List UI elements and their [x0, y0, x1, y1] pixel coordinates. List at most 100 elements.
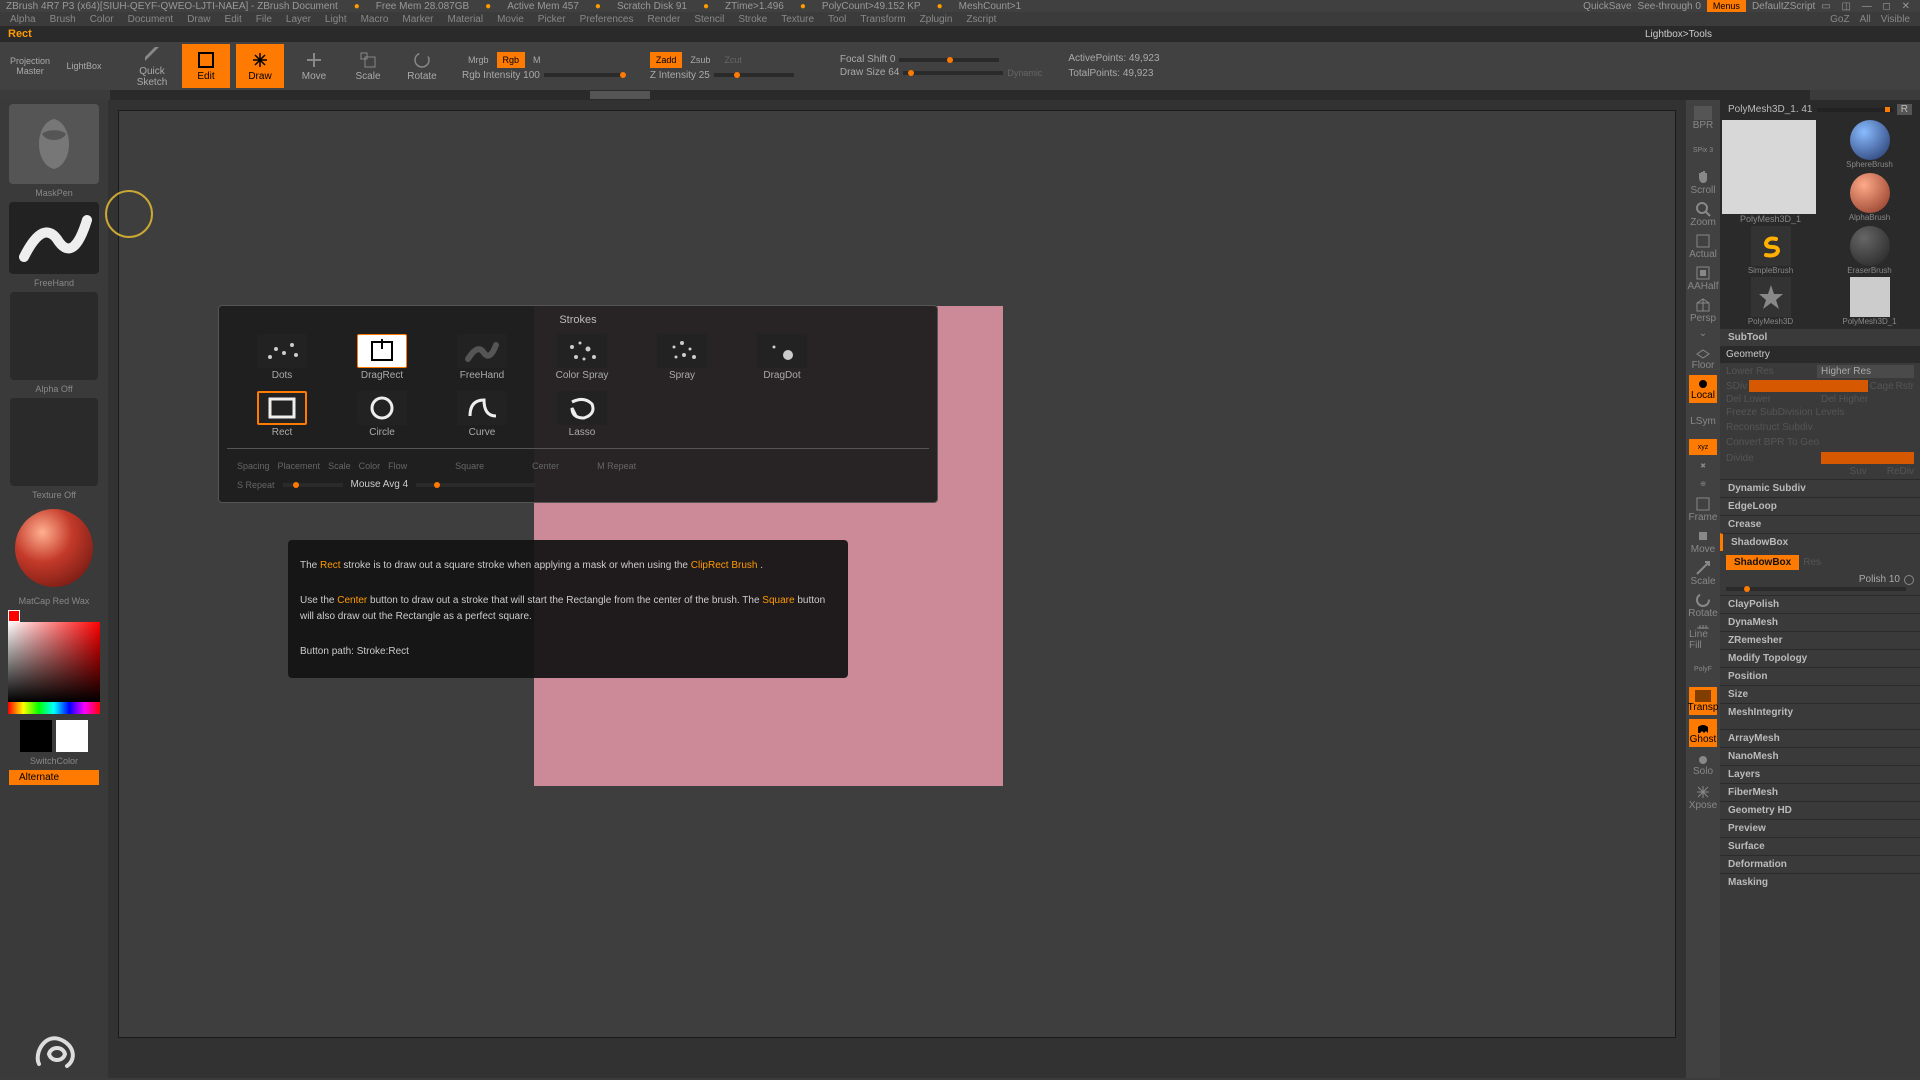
- stroke-dragrect[interactable]: DragRect: [337, 334, 427, 381]
- tool-simple[interactable]: SimpleBrush: [1722, 226, 1819, 275]
- stroke-spray[interactable]: Spray: [637, 334, 727, 381]
- menu-stencil[interactable]: Stencil: [694, 14, 724, 25]
- primary-color[interactable]: [56, 720, 88, 752]
- r-button[interactable]: R: [1897, 104, 1912, 115]
- menu-transform[interactable]: Transform: [860, 14, 905, 25]
- menu-macro[interactable]: Macro: [361, 14, 389, 25]
- color-slider[interactable]: Color: [359, 461, 381, 471]
- preview[interactable]: Preview: [1720, 819, 1920, 837]
- spacing-slider[interactable]: Spacing: [237, 461, 270, 471]
- tool-alpha[interactable]: AlphaBrush: [1821, 173, 1918, 224]
- del-higher[interactable]: Del Higher: [1821, 394, 1914, 405]
- quick-sketch-button[interactable]: Quick Sketch: [128, 44, 176, 88]
- fibermesh[interactable]: FiberMesh: [1720, 783, 1920, 801]
- layers[interactable]: Layers: [1720, 765, 1920, 783]
- higher-res[interactable]: Higher Res: [1817, 365, 1914, 378]
- rotate-button[interactable]: Rotate: [398, 44, 446, 88]
- rstr[interactable]: Rstr: [1896, 381, 1914, 392]
- edit-button[interactable]: Edit: [182, 44, 230, 88]
- stroke-freehand[interactable]: FreeHand: [437, 334, 527, 381]
- mrgb-button[interactable]: Mrgb: [462, 52, 495, 68]
- srepeat-slider[interactable]: S Repeat: [237, 480, 275, 490]
- polish-circle-icon[interactable]: [1904, 575, 1914, 585]
- dynamic-toggle[interactable]: Dynamic: [1007, 68, 1042, 78]
- menu-brush[interactable]: Brush: [50, 14, 76, 25]
- bpr-button[interactable]: BPR: [1689, 104, 1717, 132]
- stroke-circle[interactable]: Circle: [337, 391, 427, 438]
- menu-movie[interactable]: Movie: [497, 14, 524, 25]
- menu-light[interactable]: Light: [325, 14, 347, 25]
- placement-slider[interactable]: Placement: [278, 461, 321, 471]
- freeze-subdiv[interactable]: Freeze SubDivision Levels: [1726, 407, 1914, 418]
- menu-layer[interactable]: Layer: [286, 14, 311, 25]
- surface[interactable]: Surface: [1720, 837, 1920, 855]
- frame-button[interactable]: Frame: [1689, 495, 1717, 523]
- polyf-button[interactable]: PolyF: [1689, 655, 1717, 683]
- spix-button[interactable]: SPix 3: [1689, 136, 1717, 164]
- geometry-hd[interactable]: Geometry HD: [1720, 801, 1920, 819]
- menu-tool[interactable]: Tool: [828, 14, 846, 25]
- axis-y[interactable]: ⊕: [1689, 477, 1717, 491]
- move-nav-button[interactable]: Move: [1689, 527, 1717, 555]
- linefill-button[interactable]: Line Fill: [1689, 623, 1717, 651]
- scale-slider[interactable]: Scale: [328, 461, 351, 471]
- draw-size[interactable]: Draw Size 64: [840, 67, 899, 78]
- menu-zscript[interactable]: Zscript: [966, 14, 996, 25]
- local-button[interactable]: Local: [1689, 375, 1717, 403]
- tool-star[interactable]: PolyMesh3D: [1722, 277, 1819, 326]
- actual-button[interactable]: Actual: [1689, 232, 1717, 260]
- tool-sphere[interactable]: SphereBrush: [1821, 120, 1918, 171]
- del-lower[interactable]: Del Lower: [1726, 394, 1819, 405]
- canvas[interactable]: Strokes Dots DragRect FreeHand Color Spr…: [108, 100, 1686, 1078]
- divide[interactable]: Divide: [1726, 453, 1819, 464]
- scale-nav-button[interactable]: Scale: [1689, 559, 1717, 587]
- menu-zplugin[interactable]: Zplugin: [920, 14, 953, 25]
- claypolish[interactable]: ClayPolish: [1720, 595, 1920, 613]
- polish-slider[interactable]: Polish 10: [1859, 574, 1900, 585]
- menu-preferences[interactable]: Preferences: [580, 14, 634, 25]
- tool-eraser[interactable]: EraserBrush: [1821, 226, 1918, 275]
- zsub-button[interactable]: Zsub: [684, 52, 716, 68]
- brush-thumb[interactable]: [9, 104, 99, 184]
- axis-x[interactable]: ✖: [1689, 459, 1717, 473]
- masking[interactable]: Masking: [1720, 873, 1920, 891]
- lightbox-tools[interactable]: Lightbox>Tools: [1645, 29, 1712, 40]
- persp-button[interactable]: Persp: [1689, 296, 1717, 324]
- default-script[interactable]: DefaultZScript: [1752, 1, 1815, 12]
- goz-all[interactable]: All: [1860, 14, 1871, 25]
- window-controls[interactable]: ▭ ◫ — ◻ ✕: [1821, 1, 1914, 12]
- menu-render[interactable]: Render: [648, 14, 681, 25]
- stroke-lasso[interactable]: Lasso: [537, 391, 627, 438]
- scale-button[interactable]: Scale: [344, 44, 392, 88]
- alternate-button[interactable]: Alternate: [9, 770, 99, 785]
- texture-thumb[interactable]: [10, 398, 98, 486]
- zremesher[interactable]: ZRemesher: [1720, 631, 1920, 649]
- menu-draw[interactable]: Draw: [187, 14, 210, 25]
- stroke-rect[interactable]: Rect: [237, 391, 327, 438]
- see-through[interactable]: See-through 0: [1638, 1, 1701, 12]
- color-picker[interactable]: [8, 610, 100, 702]
- focal-shift[interactable]: Focal Shift 0: [840, 54, 896, 65]
- menu-stroke[interactable]: Stroke: [738, 14, 767, 25]
- rgb-button[interactable]: Rgb: [497, 52, 526, 68]
- shadowbox-button[interactable]: ShadowBox: [1726, 555, 1799, 570]
- sdiv[interactable]: SDiv: [1726, 381, 1747, 392]
- transp-button[interactable]: Transp: [1689, 687, 1717, 715]
- mouse-avg-slider[interactable]: Mouse Avg 4: [351, 479, 409, 490]
- shadowbox-header[interactable]: ShadowBox: [1720, 533, 1920, 551]
- current-tool[interactable]: PolyMesh3D_1. 41: [1728, 104, 1813, 115]
- lsym-button[interactable]: LSym: [1689, 407, 1717, 435]
- reconstruct[interactable]: Reconstruct Subdiv: [1726, 422, 1914, 433]
- dynamesh[interactable]: DynaMesh: [1720, 613, 1920, 631]
- rediv[interactable]: ReDiv: [1887, 466, 1914, 477]
- menu-texture[interactable]: Texture: [781, 14, 814, 25]
- scroll-button[interactable]: Scroll: [1689, 168, 1717, 196]
- suv[interactable]: Suv: [1850, 466, 1867, 477]
- move-button[interactable]: Move: [290, 44, 338, 88]
- center-toggle[interactable]: Center: [532, 461, 559, 471]
- menu-file[interactable]: File: [256, 14, 272, 25]
- goz-visible[interactable]: Visible: [1881, 14, 1910, 25]
- position[interactable]: Position: [1720, 667, 1920, 685]
- geometry-header[interactable]: Geometry: [1720, 346, 1920, 363]
- m-button[interactable]: M: [527, 52, 547, 68]
